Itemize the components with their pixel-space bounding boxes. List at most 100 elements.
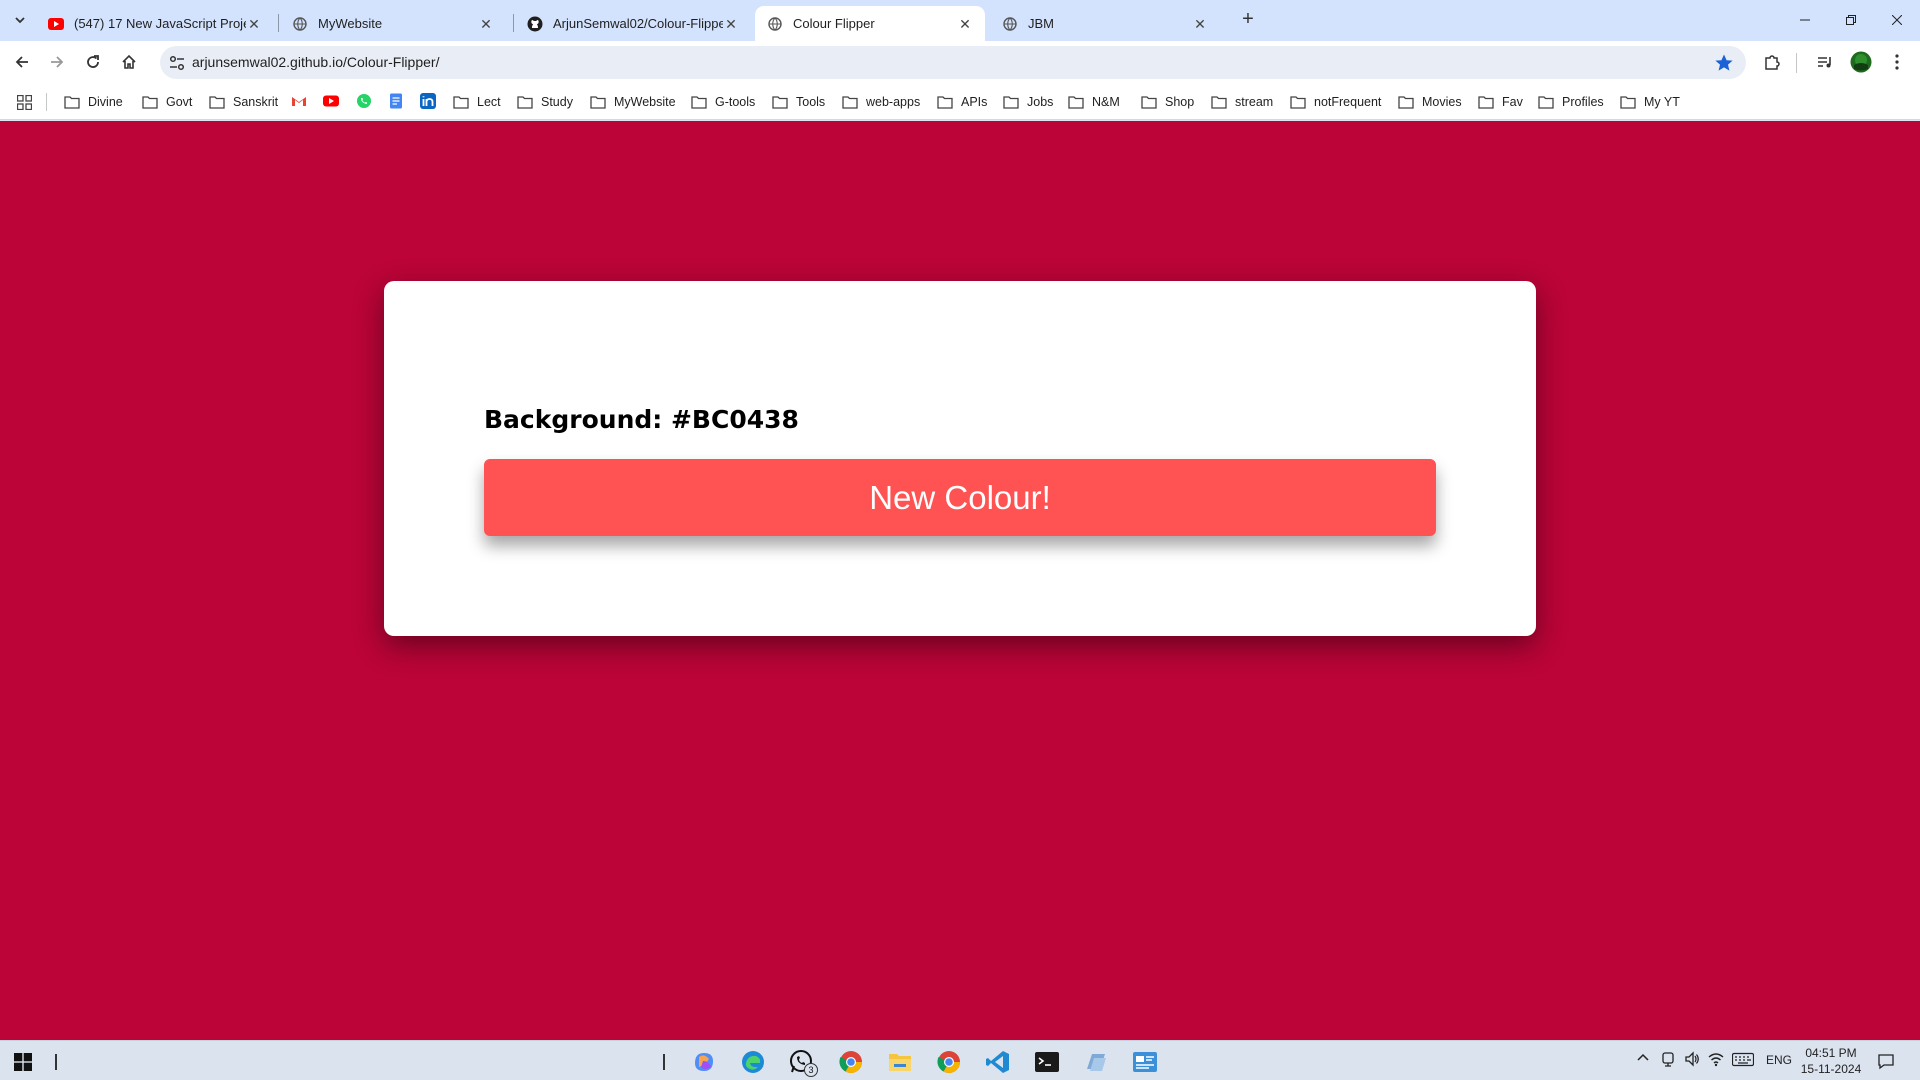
system-clock[interactable]: 04:51 PM 15-11-2024 (1796, 1045, 1866, 1077)
bookmark-folder[interactable]: APIs (937, 92, 987, 112)
site-settings-icon[interactable] (168, 54, 186, 72)
bookmark-label: Study (541, 95, 573, 109)
chrome-icon[interactable] (838, 1049, 864, 1075)
bookmark-folder[interactable]: web-apps (842, 92, 920, 112)
folder-icon (937, 96, 953, 109)
app-icon[interactable] (1132, 1049, 1158, 1075)
app-icon[interactable] (1083, 1049, 1109, 1075)
bookmark-folder[interactable]: Lect (453, 92, 501, 112)
meet-now-icon[interactable] (1660, 1051, 1676, 1070)
terminal-icon[interactable] (1034, 1049, 1060, 1075)
tab-strip: (547) 17 New JavaScript Projects ✕ MyWeb… (0, 0, 1920, 41)
docs-icon[interactable] (388, 93, 404, 109)
bookmark-label: Divine (88, 95, 123, 109)
home-icon (122, 54, 136, 69)
taskbar: 3 ENG 04:51 PM 15-11-2024 (0, 1040, 1920, 1080)
bookmark-folder[interactable]: Govt (142, 92, 192, 112)
youtube-icon[interactable] (323, 93, 339, 109)
tab-youtube[interactable]: (547) 17 New JavaScript Projects ✕ (36, 6, 274, 41)
browser-menu-button[interactable] (1881, 46, 1913, 78)
gmail-icon[interactable] (291, 93, 307, 109)
minimize-button[interactable] (1782, 0, 1828, 40)
tab-title: ArjunSemwal02/Colour-Flipper (553, 16, 723, 31)
folder-icon (517, 96, 533, 109)
close-icon (1892, 15, 1902, 25)
bookmark-folder[interactable]: Movies (1398, 92, 1462, 112)
address-bar[interactable]: arjunsemwal02.github.io/Colour-Flipper/ (160, 46, 1746, 79)
bookmark-folder[interactable]: stream (1211, 92, 1273, 112)
file-explorer-icon[interactable] (887, 1049, 913, 1075)
edge-icon[interactable] (740, 1049, 766, 1075)
close-tab-icon[interactable]: ✕ (478, 16, 494, 32)
extensions-button[interactable] (1756, 46, 1788, 78)
vscode-icon[interactable] (985, 1049, 1011, 1075)
bookmark-star-icon[interactable] (1714, 53, 1734, 73)
tab-title: Colour Flipper (793, 16, 875, 31)
globe-icon (767, 16, 783, 32)
browser-toolbar: arjunsemwal02.github.io/Colour-Flipper/ (0, 41, 1920, 83)
background-label: Background: #BC0438 (484, 405, 799, 434)
linkedin-icon[interactable] (420, 93, 436, 109)
bookmark-label: MyWebsite (614, 95, 676, 109)
new-tab-button[interactable]: + (1234, 8, 1262, 32)
tab-jbm[interactable]: JBM ✕ (990, 6, 1220, 41)
chevron-up-icon[interactable] (1636, 1051, 1650, 1068)
media-controls-button[interactable] (1809, 46, 1841, 78)
notification-center-icon[interactable] (1877, 1052, 1895, 1073)
folder-icon (1003, 96, 1019, 109)
close-window-button[interactable] (1874, 0, 1920, 40)
language-indicator[interactable]: ENG (1766, 1053, 1792, 1067)
tab-colour-flipper[interactable]: Colour Flipper ✕ (755, 6, 985, 41)
bookmark-label: N&M (1092, 95, 1120, 109)
start-button[interactable] (10, 1049, 36, 1075)
profile-button[interactable] (1845, 46, 1877, 78)
bookmark-folder[interactable]: Jobs (1003, 92, 1053, 112)
back-button[interactable] (6, 46, 38, 78)
bookmark-folder[interactable]: N&M (1068, 92, 1120, 112)
apps-grid-icon (17, 94, 32, 110)
bookmark-folder[interactable]: Fav (1478, 92, 1523, 112)
forward-button[interactable] (41, 46, 73, 78)
tab-title: (547) 17 New JavaScript Projects (74, 16, 246, 31)
close-tab-icon[interactable]: ✕ (957, 16, 973, 32)
copilot-icon[interactable] (691, 1049, 717, 1075)
clock-date: 15-11-2024 (1800, 1062, 1862, 1076)
whatsapp-icon[interactable] (356, 93, 372, 109)
tab-search-button[interactable] (8, 8, 32, 32)
bookmark-label: Lect (477, 95, 501, 109)
bookmark-folder[interactable]: notFrequent (1290, 92, 1381, 112)
bookmark-folder[interactable]: MyWebsite (590, 92, 676, 112)
bookmark-folder[interactable]: G-tools (691, 92, 755, 112)
chrome-icon[interactable] (936, 1049, 962, 1075)
tab-title: JBM (1028, 16, 1054, 31)
folder-icon (590, 96, 606, 109)
chevron-down-icon (15, 17, 25, 24)
whatsapp-icon[interactable]: 3 (789, 1049, 818, 1077)
bookmark-folder[interactable]: Profiles (1538, 92, 1604, 112)
volume-icon[interactable] (1684, 1051, 1700, 1070)
restore-button[interactable] (1828, 0, 1874, 40)
apps-grid-button[interactable] (17, 92, 32, 112)
reload-button[interactable] (77, 46, 109, 78)
close-tab-icon[interactable]: ✕ (1192, 16, 1208, 32)
tab-mywebsite[interactable]: MyWebsite ✕ (280, 6, 506, 41)
home-button[interactable] (113, 46, 145, 78)
bookmark-label: APIs (961, 95, 988, 109)
restore-icon (1846, 15, 1856, 25)
new-colour-button[interactable]: New Colour! (484, 459, 1436, 536)
bookmark-folder[interactable]: Study (517, 92, 573, 112)
bookmark-folder[interactable]: Sanskrit (209, 92, 278, 112)
folder-icon (209, 96, 225, 109)
close-tab-icon[interactable]: ✕ (723, 16, 739, 32)
keyboard-icon[interactable] (1731, 1051, 1755, 1070)
taskbar-search-handle[interactable] (55, 1054, 57, 1070)
close-tab-icon[interactable]: ✕ (246, 16, 262, 32)
wifi-icon[interactable] (1708, 1051, 1724, 1070)
bookmark-folder[interactable]: Divine (64, 92, 123, 112)
tab-separator (513, 14, 514, 32)
bookmark-folder[interactable]: Tools (772, 92, 825, 112)
folder-icon (1398, 96, 1414, 109)
tab-github-repo[interactable]: ArjunSemwal02/Colour-Flipper ✕ (515, 6, 751, 41)
bookmark-folder[interactable]: My YT (1620, 92, 1680, 112)
bookmark-folder[interactable]: Shop (1141, 92, 1194, 112)
